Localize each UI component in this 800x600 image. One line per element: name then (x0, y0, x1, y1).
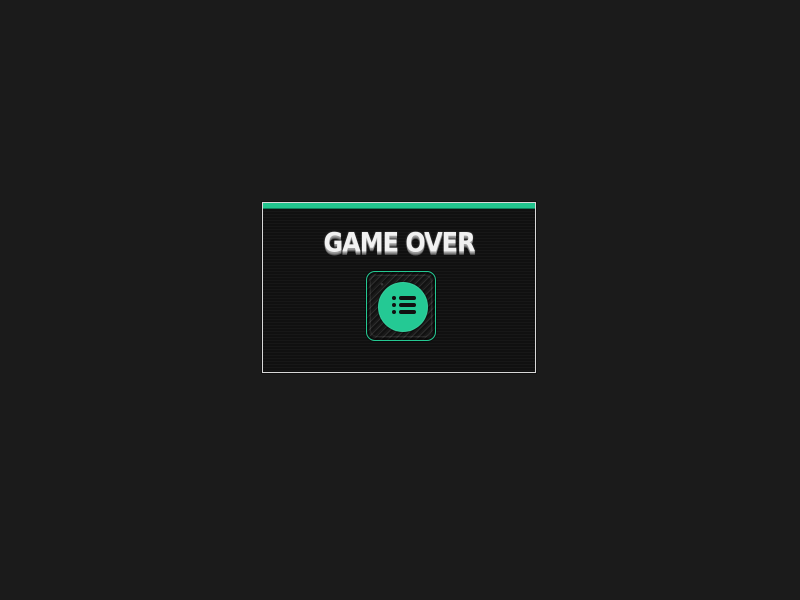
game-over-dialog: GAME OVER (262, 202, 536, 373)
game-over-title: GAME OVER (323, 227, 475, 259)
list-line (399, 303, 416, 307)
menu-button[interactable] (366, 271, 436, 341)
list-bullet (392, 303, 396, 307)
list-bullet (392, 296, 396, 300)
list-icon-row (392, 303, 416, 307)
game-screen: GAME OVER (0, 0, 800, 600)
list-bullet (392, 310, 396, 314)
list-line (399, 296, 416, 300)
list-icon-row (392, 296, 416, 300)
list-icon (392, 296, 416, 314)
menu-button-circle (378, 282, 428, 332)
list-icon-row (392, 310, 416, 314)
dialog-accent-bar (263, 203, 535, 209)
list-line (399, 310, 416, 314)
